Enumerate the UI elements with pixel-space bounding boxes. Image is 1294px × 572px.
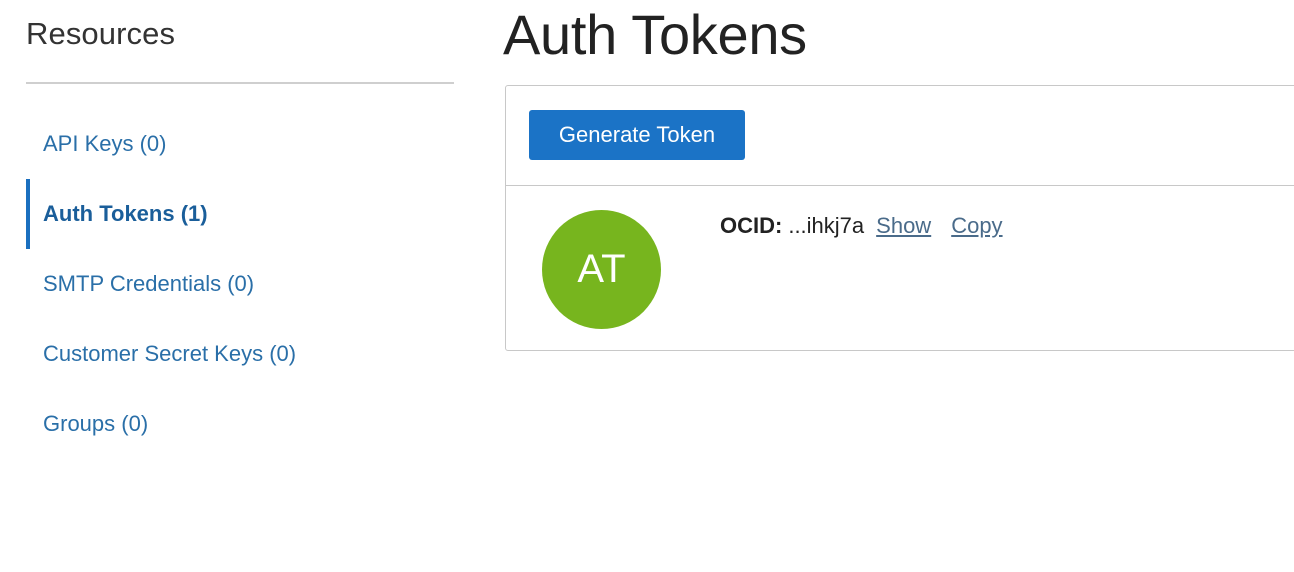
token-avatar: AT <box>542 210 661 329</box>
resources-nav: API Keys (0) Auth Tokens (1) SMTP Creden… <box>26 109 454 459</box>
resources-heading: Resources <box>26 16 176 51</box>
ocid-label: OCID: <box>720 213 783 238</box>
sidebar-item-auth-tokens[interactable]: Auth Tokens (1) <box>26 179 454 249</box>
resources-divider <box>26 82 454 84</box>
ocid-value: ...ihkj7a <box>788 213 865 238</box>
sidebar-item-smtp-credentials[interactable]: SMTP Credentials (0) <box>26 249 454 319</box>
copy-ocid-link[interactable]: Copy <box>951 213 1002 238</box>
panel-toolbar: Generate Token <box>506 86 1294 186</box>
generate-token-button[interactable]: Generate Token <box>529 110 745 160</box>
ocid-row: OCID: ...ihkj7a Show Copy <box>720 213 1003 239</box>
page-title: Auth Tokens <box>503 3 807 66</box>
sidebar-item-customer-secret-keys[interactable]: Customer Secret Keys (0) <box>26 319 454 389</box>
auth-tokens-panel: Generate Token AT OCID: ...ihkj7a Show Copy <box>505 85 1294 351</box>
sidebar-item-api-keys[interactable]: API Keys (0) <box>26 109 454 179</box>
show-ocid-link[interactable]: Show <box>876 213 931 238</box>
sidebar-item-groups[interactable]: Groups (0) <box>26 389 454 459</box>
